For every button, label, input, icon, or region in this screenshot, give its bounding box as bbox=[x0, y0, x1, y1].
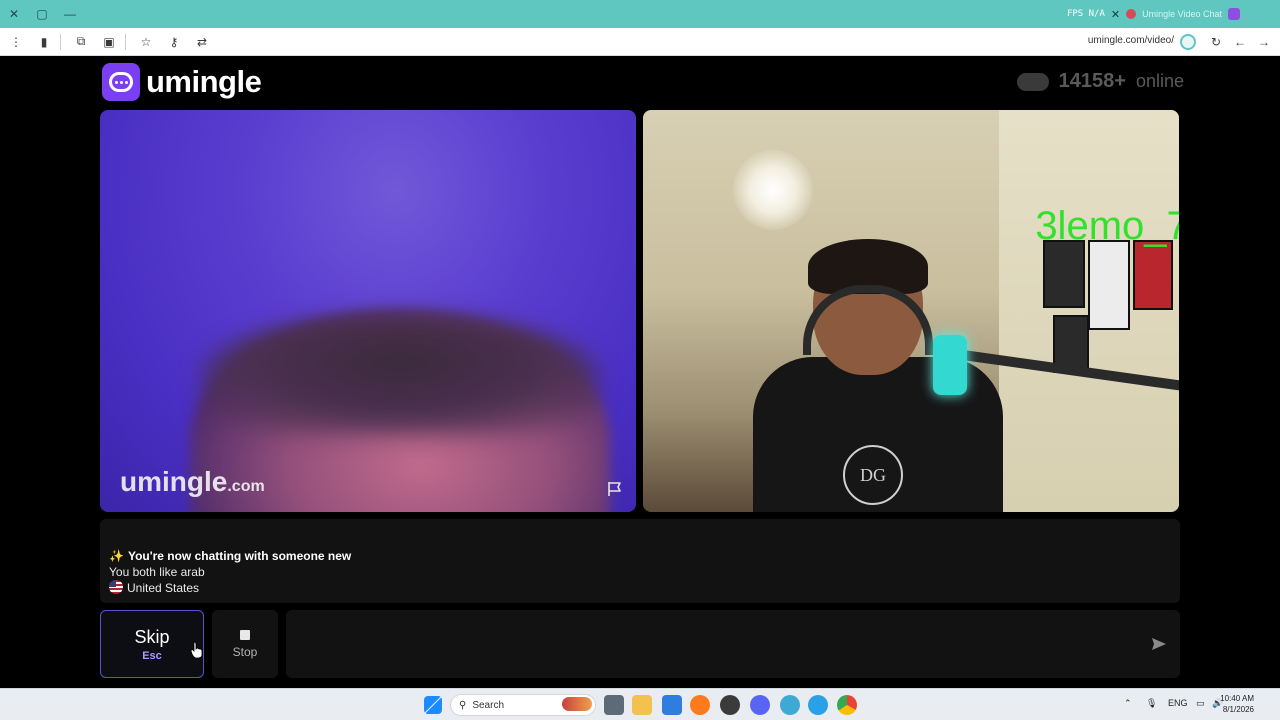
red-jersey bbox=[1133, 240, 1173, 310]
clock-date: 8/1/2026 bbox=[1222, 705, 1254, 714]
shirt-emblem: DG bbox=[843, 445, 903, 505]
key-icon[interactable]: ⚷ bbox=[162, 30, 186, 54]
jersey bbox=[1088, 240, 1130, 330]
watermark-main: umingle bbox=[120, 466, 228, 497]
message-box bbox=[286, 610, 1180, 678]
tab-favicon-icon bbox=[1126, 9, 1137, 19]
fps-counter: FPS N/A bbox=[1066, 9, 1105, 19]
star-icon[interactable]: ☆ bbox=[134, 30, 158, 54]
report-flag-icon[interactable] bbox=[604, 478, 626, 500]
microphone bbox=[933, 335, 967, 395]
task-view-icon[interactable] bbox=[604, 695, 624, 715]
address-bar[interactable]: umingle.com/video/ bbox=[1088, 35, 1174, 46]
stop-icon bbox=[240, 629, 250, 640]
chat-bubble-icon bbox=[102, 63, 140, 101]
ceiling-light bbox=[733, 150, 813, 230]
extensions-icon[interactable]: ⧉ bbox=[69, 30, 93, 54]
chat-system-message: ✨ You're now chatting with someone new bbox=[109, 549, 351, 563]
firefox-icon[interactable] bbox=[690, 695, 710, 715]
search-highlight-icon bbox=[562, 697, 592, 711]
extension-icon[interactable] bbox=[1228, 8, 1240, 20]
tray-chevron-icon[interactable]: ⌃ bbox=[1124, 698, 1132, 709]
online-indicator: 14158+ online bbox=[1016, 70, 1184, 93]
browser-toolbar: ⋮ ▮ ⧉ ▣ ☆ ⚷ ⇄ umingle.com/video/ ↻ ← → bbox=[0, 28, 1280, 56]
logo-text: umingle bbox=[146, 64, 262, 99]
sparkle-icon: ✨ bbox=[109, 549, 124, 563]
toolbar-divider bbox=[60, 33, 61, 50]
search-icon: ⚲ bbox=[459, 699, 467, 711]
us-flag-icon bbox=[109, 580, 123, 594]
stream-username: 3lemo_74 bbox=[1035, 204, 1179, 248]
new-chat-text: You're now chatting with someone new bbox=[127, 549, 352, 563]
mouse-cursor-icon bbox=[190, 641, 203, 659]
site-logo[interactable]: umingle bbox=[102, 63, 262, 101]
site-info-icon[interactable] bbox=[1180, 34, 1196, 50]
stranger-hair bbox=[200, 315, 600, 435]
send-icon[interactable] bbox=[1148, 633, 1170, 655]
stop-button[interactable]: Stop bbox=[212, 610, 278, 678]
system-clock[interactable]: 10:40 AM 8/1/2026 bbox=[1220, 693, 1254, 715]
browser-tab[interactable]: FPS N/A ✕ Umingle Video Chat bbox=[1067, 4, 1240, 24]
skip-shortcut: Esc bbox=[142, 649, 162, 662]
video-watermark: umingle.com bbox=[120, 466, 265, 498]
translate-icon[interactable]: ⇄ bbox=[190, 30, 214, 54]
app-icon[interactable] bbox=[780, 695, 800, 715]
clock-time: 10:40 AM bbox=[1220, 694, 1254, 703]
store-icon[interactable] bbox=[662, 695, 682, 715]
chrome-icon[interactable] bbox=[837, 695, 857, 715]
close-window-icon[interactable]: ✕ bbox=[0, 0, 28, 28]
windows-start-icon[interactable] bbox=[424, 696, 442, 714]
common-interest: You both like arab bbox=[109, 565, 205, 579]
reload-icon[interactable]: ↻ bbox=[1206, 32, 1226, 52]
network-icon[interactable]: ▭ bbox=[1196, 698, 1205, 709]
obs-icon[interactable] bbox=[720, 695, 740, 715]
online-count: 14158+ bbox=[1058, 70, 1126, 92]
stranger-video: umingle.com bbox=[100, 110, 636, 512]
browser-titlebar: ✕ ▢ — FPS N/A ✕ Umingle Video Chat bbox=[0, 0, 1280, 28]
stranger-country: United States bbox=[109, 580, 199, 595]
bookmark-folder-icon[interactable]: ▮ bbox=[32, 30, 56, 54]
theme-toggle[interactable] bbox=[1016, 72, 1049, 91]
discord-icon[interactable] bbox=[750, 695, 770, 715]
watermark-suffix: .com bbox=[227, 478, 265, 495]
microphone-tray-icon[interactable]: 🎙 bbox=[1146, 698, 1157, 709]
wall-poster bbox=[1043, 240, 1085, 308]
file-explorer-icon[interactable] bbox=[632, 695, 652, 715]
forward-icon[interactable]: → bbox=[1254, 32, 1274, 52]
page-content: umingle 14158+ online umingle.com DG 3le… bbox=[0, 57, 1280, 688]
restore-window-icon[interactable]: ▢ bbox=[28, 0, 56, 28]
tab-groups-icon[interactable]: ▣ bbox=[97, 30, 121, 54]
os-taskbar: ⚲ Search ⌃ 🎙 ENG ▭ 🔊 10:40 AM 8/1/2026 bbox=[0, 688, 1280, 720]
tab-close-icon[interactable]: ✕ bbox=[1111, 8, 1120, 21]
self-video: DG 3lemo_74 bbox=[643, 110, 1179, 512]
chat-log: ✨ You're now chatting with someone new Yo… bbox=[100, 519, 1180, 603]
minimize-window-icon[interactable]: — bbox=[56, 0, 84, 28]
search-label: Search bbox=[472, 699, 505, 711]
tab-title: Umingle Video Chat bbox=[1142, 9, 1222, 19]
message-input[interactable] bbox=[286, 610, 1126, 678]
skip-button[interactable]: Skip Esc bbox=[100, 610, 204, 678]
stop-label: Stop bbox=[232, 644, 258, 659]
skip-label: Skip bbox=[134, 626, 170, 647]
telegram-icon[interactable] bbox=[808, 695, 828, 715]
online-label: online bbox=[1135, 71, 1184, 91]
language-indicator[interactable]: ENG bbox=[1168, 698, 1188, 708]
menu-dots-icon[interactable]: ⋮ bbox=[4, 30, 28, 54]
country-label: United States bbox=[127, 581, 200, 595]
toolbar-divider bbox=[125, 33, 126, 50]
back-icon[interactable]: ← bbox=[1230, 32, 1250, 52]
